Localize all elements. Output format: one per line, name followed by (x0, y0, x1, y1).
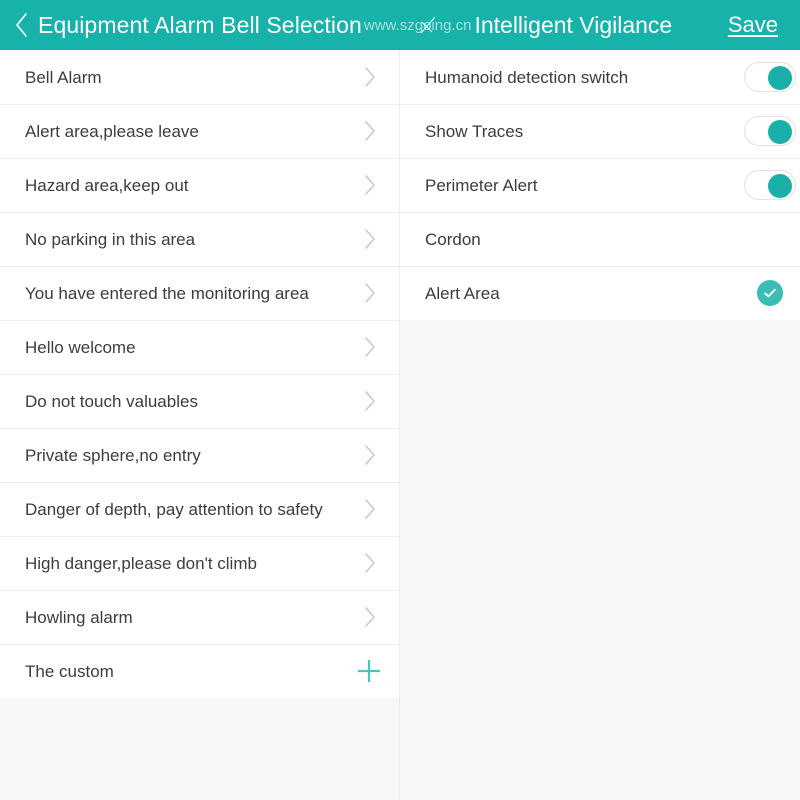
toggle-switch[interactable] (744, 170, 796, 200)
list-item-accessory[interactable] (339, 336, 399, 358)
site-watermark: www.szgoing.cn (364, 15, 474, 35)
left-panel: Bell Alarm Alert area,please leave Hazard … (0, 50, 400, 800)
list-item-label: Hazard area,keep out (25, 175, 189, 195)
toggle-switch[interactable] (744, 62, 796, 92)
list-item-label: Show Traces (425, 121, 524, 141)
list-item-label: Humanoid detection switch (425, 67, 629, 87)
app-screen: Equipment Alarm Bell Selection www.szgoi… (0, 0, 800, 800)
list-item[interactable]: Danger of depth, pay attention to safety (0, 482, 399, 536)
list-item-label: Alert area,please leave (25, 121, 199, 141)
list-item[interactable]: You have entered the monitoring area (0, 266, 399, 320)
toggle-switch[interactable] (744, 116, 796, 146)
list-item-accessory[interactable] (740, 62, 800, 92)
list-item[interactable]: Private sphere,no entry (0, 428, 399, 482)
chevron-right-icon (363, 336, 376, 358)
list-item-accessory[interactable] (339, 658, 399, 684)
list-item-label: High danger,please don't climb (25, 553, 257, 573)
list-item-label: Bell Alarm (25, 67, 102, 87)
list-item-accessory[interactable] (339, 120, 399, 142)
chevron-right-icon (363, 552, 376, 574)
list-item-label: You have entered the monitoring area (25, 283, 309, 303)
chevron-right-icon (363, 498, 376, 520)
save-button[interactable]: Save (728, 12, 778, 38)
list-item-accessory[interactable] (740, 170, 800, 200)
right-panel: Humanoid detection switch Show Traces Peri… (400, 50, 800, 800)
chevron-right-icon (363, 444, 376, 466)
list-item-label: Do not touch valuables (25, 391, 198, 411)
chevron-right-icon (363, 66, 376, 88)
toggle-knob (768, 66, 792, 90)
chevron-left-icon (15, 12, 29, 38)
list-item-accessory[interactable] (740, 280, 800, 306)
list-item-accessory[interactable] (339, 66, 399, 88)
list-item-label: No parking in this area (25, 229, 196, 249)
list-item[interactable]: High danger,please don't climb (0, 536, 399, 590)
list-item-label: Alert Area (425, 283, 500, 303)
list-item[interactable]: Humanoid detection switch (400, 50, 800, 104)
list-item-label: Hello welcome (25, 337, 136, 357)
list-item[interactable]: The custom (0, 644, 399, 698)
list-item-accessory[interactable] (339, 174, 399, 196)
left-panel-background (0, 698, 399, 800)
list-item-label: Perimeter Alert (425, 175, 538, 195)
toggle-knob (768, 174, 792, 198)
list-item-accessory[interactable] (339, 390, 399, 412)
list-item-label: Howling alarm (25, 607, 133, 627)
list-item-label: Cordon (425, 229, 481, 249)
list-item-accessory[interactable] (339, 228, 399, 250)
list-item[interactable]: Cordon (400, 212, 800, 266)
app-header: Equipment Alarm Bell Selection www.szgoi… (0, 0, 800, 50)
alarm-bell-list: Bell Alarm Alert area,please leave Hazard … (0, 50, 399, 698)
toggle-knob (768, 120, 792, 144)
list-item-accessory[interactable] (339, 552, 399, 574)
list-item[interactable]: Hazard area,keep out (0, 158, 399, 212)
watermark-logo-icon (418, 15, 440, 35)
chevron-right-icon (363, 120, 376, 142)
list-item[interactable]: No parking in this area (0, 212, 399, 266)
page-title-right: Intelligent Vigilance (474, 11, 673, 38)
list-item-label: Danger of depth, pay attention to safety (25, 499, 323, 519)
page-title-left: Equipment Alarm Bell Selection (38, 11, 362, 38)
list-item-accessory[interactable] (740, 116, 800, 146)
list-item[interactable]: Bell Alarm (0, 50, 399, 104)
list-item[interactable]: Howling alarm (0, 590, 399, 644)
chevron-right-icon (363, 606, 376, 628)
list-item-accessory[interactable] (339, 606, 399, 628)
list-item-accessory[interactable] (339, 498, 399, 520)
list-item[interactable]: Hello welcome (0, 320, 399, 374)
chevron-right-icon (363, 282, 376, 304)
plus-icon[interactable] (356, 658, 382, 684)
back-button[interactable] (8, 0, 36, 50)
chevron-right-icon (363, 390, 376, 412)
list-item[interactable]: Alert Area (400, 266, 800, 320)
list-item[interactable]: Perimeter Alert (400, 158, 800, 212)
chevron-right-icon (363, 228, 376, 250)
list-item[interactable]: Do not touch valuables (0, 374, 399, 428)
list-item-accessory[interactable] (339, 282, 399, 304)
chevron-right-icon (363, 174, 376, 196)
list-item-accessory[interactable] (339, 444, 399, 466)
right-panel-background (400, 320, 800, 800)
list-item[interactable]: Show Traces (400, 104, 800, 158)
list-item-label: The custom (25, 661, 114, 681)
list-item[interactable]: Alert area,please leave (0, 104, 399, 158)
check-circle-icon[interactable] (757, 280, 783, 306)
vigilance-settings-list: Humanoid detection switch Show Traces Peri… (400, 50, 800, 320)
list-item-label: Private sphere,no entry (25, 445, 201, 465)
